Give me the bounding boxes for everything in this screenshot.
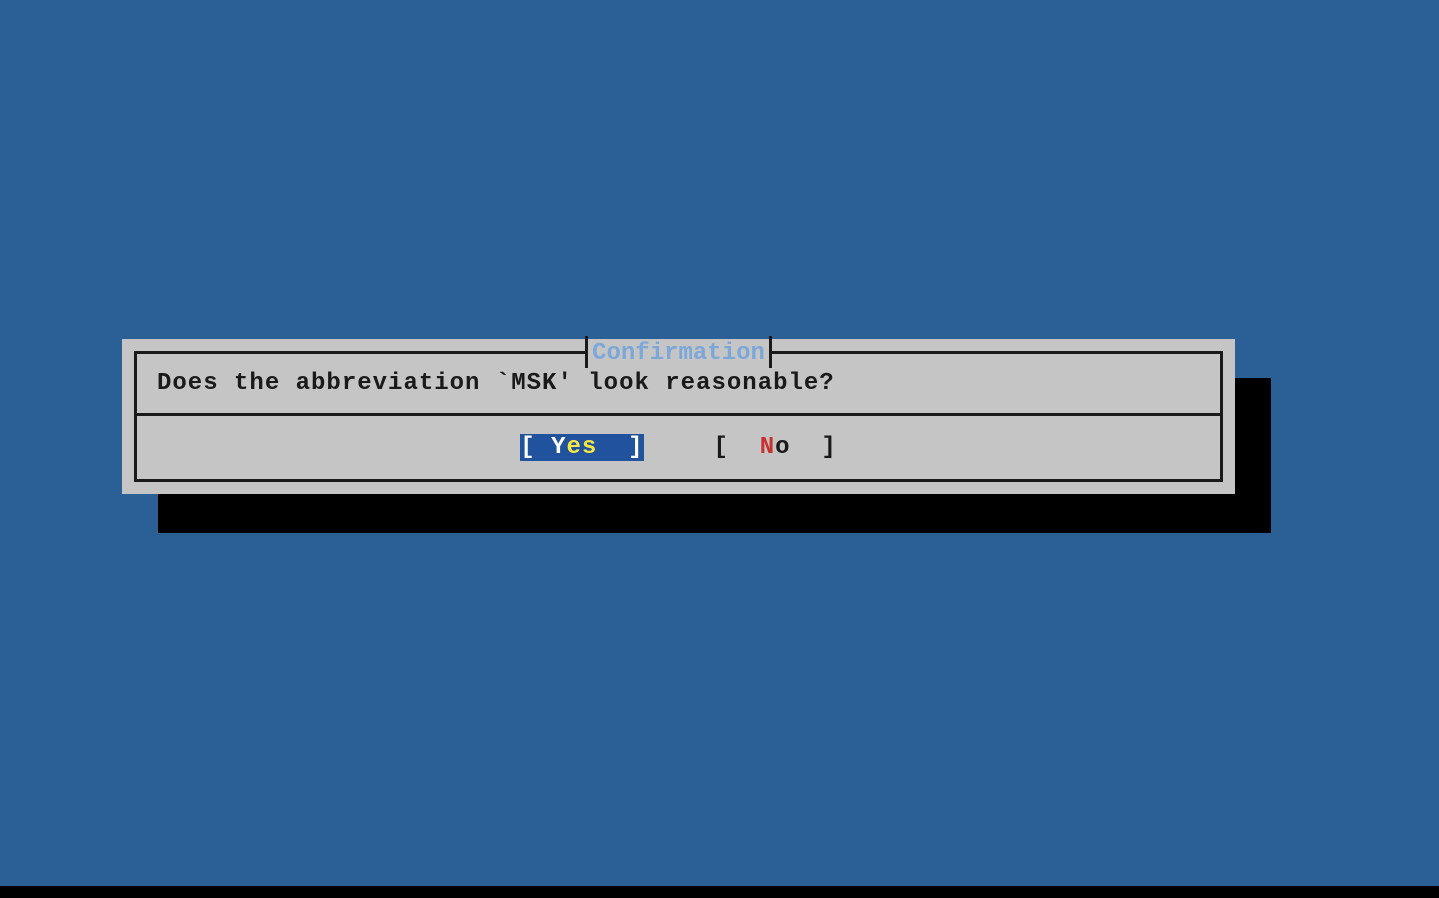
dialog-title-wrap: Confirmation: [122, 340, 1235, 367]
yes-hotkey-rest: es: [566, 434, 597, 461]
confirmation-dialog: Confirmation Does the abbreviation `MSK'…: [122, 339, 1235, 494]
no-hotkey: N: [760, 434, 775, 461]
yes-hotkey-first: Y: [551, 434, 566, 461]
yes-button[interactable]: [ Yes ]: [520, 434, 643, 461]
dialog-title: Confirmation: [588, 340, 769, 367]
bracket-open: [: [520, 434, 551, 461]
bracket-close: ]: [791, 434, 837, 461]
no-rest: o: [775, 434, 790, 461]
bracket-close: ]: [597, 434, 643, 461]
dialog-inner: Does the abbreviation `MSK' look reasona…: [134, 351, 1223, 482]
bottom-bar: [0, 886, 1439, 898]
bracket-open: [: [714, 434, 760, 461]
no-button[interactable]: [ No ]: [714, 434, 837, 461]
dialog-button-row: [ Yes ] [ No ]: [137, 416, 1220, 479]
